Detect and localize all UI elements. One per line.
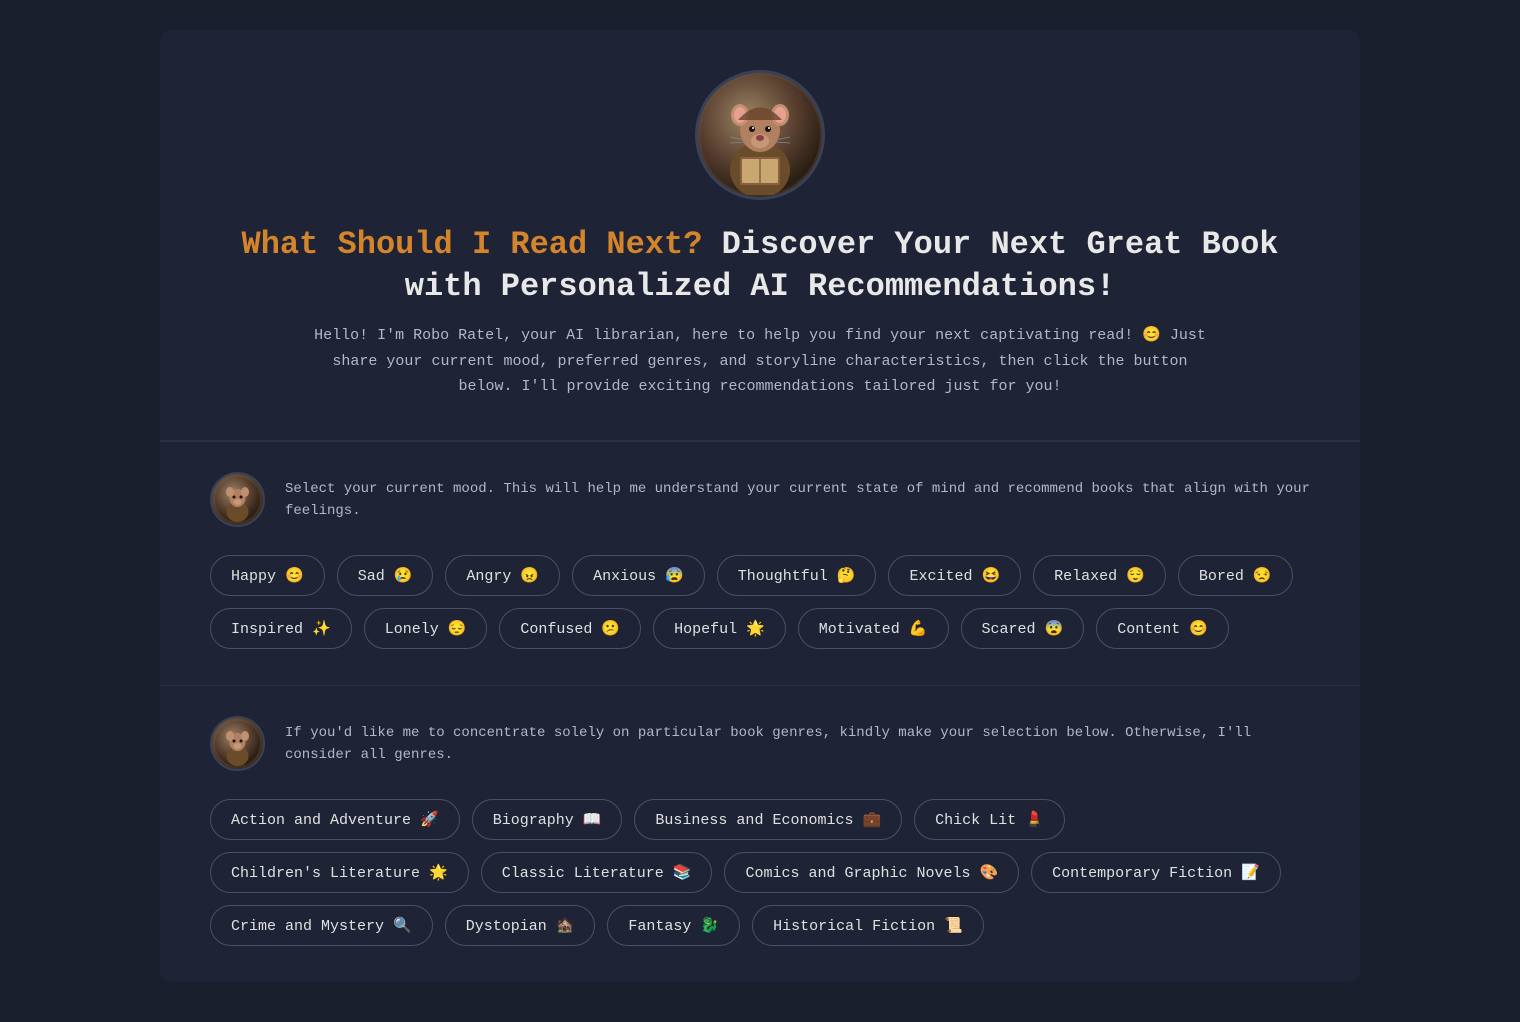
genre-section: If you'd like me to concentrate solely o…	[160, 685, 1360, 982]
mood-tag-lonely[interactable]: Lonely 😔	[364, 608, 488, 649]
mood-tag-motivated[interactable]: Motivated 💪	[798, 608, 949, 649]
hero-avatar	[695, 70, 825, 200]
genre-tag-business-and-economics[interactable]: Business and Economics 💼	[634, 799, 902, 840]
mood-tag-excited[interactable]: Excited 😆	[888, 555, 1021, 596]
mood-tag-hopeful[interactable]: Hopeful 🌟	[653, 608, 786, 649]
mood-tag-angry[interactable]: Angry 😠	[445, 555, 560, 596]
genre-tag-action-and-adventure[interactable]: Action and Adventure 🚀	[210, 799, 460, 840]
mood-tag-bored[interactable]: Bored 😒	[1178, 555, 1293, 596]
mood-tag-anxious[interactable]: Anxious 😰	[572, 555, 705, 596]
mood-tag-thoughtful[interactable]: Thoughtful 🤔	[717, 555, 877, 596]
genre-description: If you'd like me to concentrate solely o…	[285, 716, 1310, 767]
mood-tag-inspired[interactable]: Inspired ✨	[210, 608, 352, 649]
main-container: What Should I Read Next? Discover Your N…	[160, 30, 1360, 982]
page-wrapper: What Should I Read Next? Discover Your N…	[0, 0, 1520, 1022]
genre-tag-contemporary-fiction[interactable]: Contemporary Fiction 📝	[1031, 852, 1281, 893]
genre-tag-children's-literature[interactable]: Children's Literature 🌟	[210, 852, 469, 893]
genre-tag-historical-fiction[interactable]: Historical Fiction 📜	[752, 905, 984, 946]
mood-tag-happy[interactable]: Happy 😊	[210, 555, 325, 596]
genre-tag-dystopian[interactable]: Dystopian 🏚️	[445, 905, 596, 946]
mood-tag-scared[interactable]: Scared 😨	[961, 608, 1085, 649]
genre-tag-chick-lit[interactable]: Chick Lit 💄	[914, 799, 1065, 840]
genre-section-header: If you'd like me to concentrate solely o…	[210, 716, 1310, 771]
genre-tag-classic-literature[interactable]: Classic Literature 📚	[481, 852, 713, 893]
genre-tags-container: Action and Adventure 🚀 Biography 📖 Busines…	[210, 799, 1310, 946]
hero-section: What Should I Read Next? Discover Your N…	[160, 30, 1360, 441]
mood-tag-confused[interactable]: Confused 😕	[499, 608, 641, 649]
mood-avatar	[210, 472, 265, 527]
hero-title-orange: What Should I Read Next?	[242, 226, 703, 263]
genre-avatar	[210, 716, 265, 771]
mood-tag-content[interactable]: Content 😊	[1096, 608, 1229, 649]
genre-tag-comics-and-graphic-novels[interactable]: Comics and Graphic Novels 🎨	[724, 852, 1019, 893]
mood-tags-container: Happy 😊 Sad 😢 Angry 😠 Anxious 😰 Thoughtful 🤔…	[210, 555, 1310, 649]
hero-subtitle: Hello! I'm Robo Ratel, your AI librarian…	[310, 323, 1210, 400]
mood-tag-sad[interactable]: Sad 😢	[337, 555, 434, 596]
mood-section: Select your current mood. This will help…	[160, 441, 1360, 685]
genre-tag-fantasy[interactable]: Fantasy 🐉	[607, 905, 740, 946]
mood-description: Select your current mood. This will help…	[285, 472, 1310, 523]
genre-tag-biography[interactable]: Biography 📖	[472, 799, 623, 840]
mood-tag-relaxed[interactable]: Relaxed 😌	[1033, 555, 1166, 596]
genre-tag-crime-and-mystery[interactable]: Crime and Mystery 🔍	[210, 905, 433, 946]
hero-title: What Should I Read Next? Discover Your N…	[240, 224, 1280, 307]
mood-section-header: Select your current mood. This will help…	[210, 472, 1310, 527]
